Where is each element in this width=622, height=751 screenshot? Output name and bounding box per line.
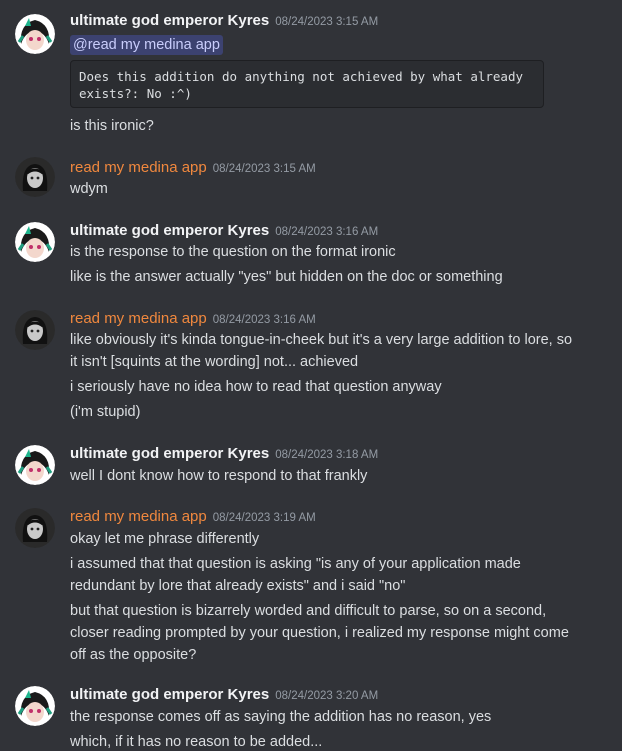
timestamp[interactable]: 08/24/2023 3:18 AM — [275, 449, 378, 461]
author-name[interactable]: read my medina app — [70, 159, 207, 176]
message-text: the response comes off as saying the add… — [70, 709, 492, 725]
author-name[interactable]: read my medina app — [70, 310, 207, 327]
author-name[interactable]: ultimate god emperor Kyres — [70, 445, 269, 462]
message-text: closer reading prompted by your question… — [70, 625, 569, 641]
message-text: off as the opposite? — [70, 647, 197, 663]
avatar-kyres[interactable] — [15, 14, 55, 54]
message-text: which, if it has no reason to be added..… — [70, 734, 323, 750]
author-name[interactable]: ultimate god emperor Kyres — [70, 686, 269, 703]
message-text: i seriously have no idea how to read tha… — [70, 379, 442, 395]
avatar-kyres[interactable] — [15, 222, 55, 262]
avatar-kyres[interactable] — [15, 686, 55, 726]
message-text: like obviously it's kinda tongue-in-chee… — [70, 332, 573, 348]
avatar-kyres[interactable] — [15, 445, 55, 485]
timestamp[interactable]: 08/24/2023 3:15 AM — [275, 16, 378, 28]
message-text: okay let me phrase differently — [70, 531, 260, 547]
message-text: is the response to the question on the f… — [70, 244, 396, 260]
message-text: wdym — [70, 181, 108, 197]
message-text: like is the answer actually "yes" but hi… — [70, 269, 503, 285]
message-text: redundant by lore that already exists" a… — [70, 578, 406, 594]
message-text: well I dont know how to respond to that … — [70, 468, 368, 484]
message-text: but that question is bizarrely worded an… — [70, 603, 547, 619]
message-text: is this ironic? — [70, 118, 154, 134]
message-text: i assumed that that question is asking "… — [70, 556, 521, 572]
author-name[interactable]: ultimate god emperor Kyres — [70, 222, 269, 239]
timestamp[interactable]: 08/24/2023 3:19 AM — [213, 512, 316, 524]
avatar-medina[interactable] — [15, 508, 55, 548]
timestamp[interactable]: 08/24/2023 3:15 AM — [213, 163, 316, 175]
timestamp[interactable]: 08/24/2023 3:16 AM — [275, 226, 378, 238]
avatar-medina[interactable] — [15, 157, 55, 197]
author-name[interactable]: read my medina app — [70, 508, 207, 525]
message-text: it isn't [squints at the wording] not...… — [70, 354, 359, 370]
avatar-medina[interactable] — [15, 310, 55, 350]
author-name[interactable]: ultimate god emperor Kyres — [70, 12, 269, 29]
user-mention[interactable]: @read my medina app — [70, 35, 223, 55]
code-block: Does this addition do anything not achie… — [70, 60, 544, 108]
message-text: (i'm stupid) — [70, 404, 141, 420]
timestamp[interactable]: 08/24/2023 3:16 AM — [213, 314, 316, 326]
timestamp[interactable]: 08/24/2023 3:20 AM — [275, 690, 378, 702]
